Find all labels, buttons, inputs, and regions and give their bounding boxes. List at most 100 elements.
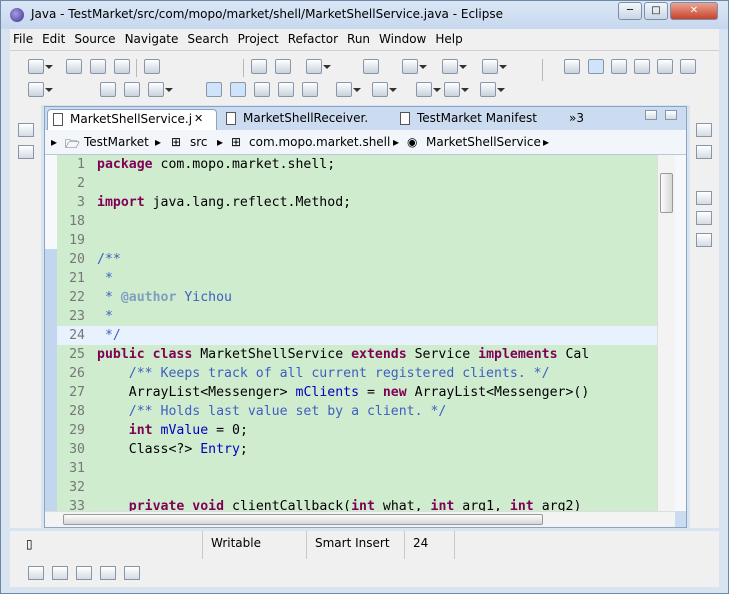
code-line[interactable]: 26 /** Keeps track of all current regist… bbox=[57, 364, 669, 383]
debug-perspective-icon[interactable] bbox=[634, 59, 650, 74]
tab-close-icon[interactable]: ✕ bbox=[194, 112, 203, 125]
menu-search[interactable]: Search bbox=[184, 29, 234, 46]
save-all-icon[interactable] bbox=[90, 59, 106, 74]
vertical-scrollbar[interactable] bbox=[657, 155, 675, 511]
breadcrumb-arrow-icon[interactable]: ▸ bbox=[217, 135, 223, 149]
close-button[interactable]: ✕ bbox=[670, 2, 718, 20]
open-perspective-icon[interactable] bbox=[564, 59, 580, 74]
code-line[interactable]: 33 private void clientCallback(int what,… bbox=[57, 497, 669, 511]
menu-window[interactable]: Window bbox=[376, 29, 432, 46]
code-line[interactable]: 23 * bbox=[57, 307, 669, 326]
hierarchy-perspective-icon[interactable] bbox=[657, 59, 673, 74]
breadcrumb-project[interactable]: TestMarket bbox=[84, 135, 149, 149]
menu-run[interactable]: Run bbox=[344, 29, 376, 46]
breadcrumb-arrow-icon[interactable]: ▸ bbox=[543, 135, 549, 149]
tab-manifest[interactable]: TestMarket Manifest bbox=[395, 109, 561, 130]
restore-bottom-icon[interactable] bbox=[28, 566, 44, 580]
code-line[interactable]: 32 bbox=[57, 478, 669, 497]
tab-market-shell-receiver[interactable]: MarketShellReceiver. bbox=[221, 109, 391, 130]
show-whitespace-icon[interactable] bbox=[254, 82, 270, 97]
menu-file[interactable]: File bbox=[10, 29, 39, 46]
code-line[interactable]: 30 Class<?> Entry; bbox=[57, 440, 669, 459]
print-icon[interactable] bbox=[114, 59, 130, 74]
run-icon[interactable] bbox=[442, 59, 467, 74]
block-selection-icon[interactable] bbox=[278, 82, 294, 97]
code-line[interactable]: 2 bbox=[57, 174, 669, 193]
line-number: 31 bbox=[69, 461, 85, 476]
menu-source[interactable]: Source bbox=[71, 29, 121, 46]
binary-icon[interactable] bbox=[144, 59, 160, 74]
code-line[interactable]: 19 bbox=[57, 231, 669, 250]
horizontal-scrollbar[interactable] bbox=[45, 511, 675, 527]
code-editor[interactable]: 1 package com.mopo.market.shell; 2 3 import … bbox=[45, 155, 686, 511]
external-tools-icon[interactable] bbox=[482, 59, 507, 74]
new-class-icon[interactable] bbox=[363, 59, 379, 74]
breadcrumb-src[interactable]: src bbox=[190, 135, 208, 149]
code-line[interactable]: 3 import java.lang.reflect.Method; bbox=[57, 193, 669, 212]
open-type-icon[interactable] bbox=[100, 82, 116, 97]
maximize-editor-icon[interactable] bbox=[665, 110, 677, 120]
code-line[interactable]: 28 /** Holds last value set by a client.… bbox=[57, 402, 669, 421]
open-task-icon[interactable] bbox=[124, 82, 140, 97]
new-icon[interactable] bbox=[28, 59, 53, 74]
next-annotation-icon[interactable] bbox=[336, 82, 361, 97]
back-icon[interactable] bbox=[444, 82, 469, 97]
code-line[interactable]: 27 ArrayList<Messenger> mClients = new A… bbox=[57, 383, 669, 402]
svn-perspective-icon[interactable] bbox=[680, 59, 696, 74]
vertical-scroll-thumb[interactable] bbox=[660, 173, 673, 213]
restore-right-icon[interactable] bbox=[696, 123, 712, 137]
show-source-icon[interactable] bbox=[302, 82, 318, 97]
fast-view-icon[interactable]: ▯ bbox=[26, 537, 33, 551]
code-line[interactable]: 25 public class MarketShellService extend… bbox=[57, 345, 669, 364]
java-perspective-icon[interactable] bbox=[588, 59, 604, 74]
minimize-editor-icon[interactable] bbox=[645, 110, 657, 120]
tab-overflow[interactable]: »3 bbox=[547, 109, 587, 130]
code-line[interactable]: 1 package com.mopo.market.shell; bbox=[57, 155, 669, 174]
problems-view-icon[interactable] bbox=[52, 566, 68, 580]
code-line[interactable]: 18 bbox=[57, 212, 669, 231]
hierarchy-view-icon[interactable] bbox=[18, 145, 34, 159]
code-line[interactable]: 22 * @author Yichou bbox=[57, 288, 669, 307]
tab-market-shell-service[interactable]: MarketShellService.j ✕ bbox=[47, 109, 217, 130]
menu-edit[interactable]: Edit bbox=[39, 29, 71, 46]
android-sdk-icon[interactable] bbox=[251, 59, 267, 74]
search-icon[interactable] bbox=[148, 82, 173, 97]
code-line[interactable]: 21 * bbox=[57, 269, 669, 288]
declaration-view-icon[interactable] bbox=[100, 566, 116, 580]
save-icon[interactable] bbox=[66, 59, 82, 74]
console-view-icon[interactable] bbox=[124, 566, 140, 580]
restore-right2-icon[interactable] bbox=[696, 191, 712, 205]
previous-annotation-icon[interactable] bbox=[372, 82, 397, 97]
tasks-icon[interactable] bbox=[306, 59, 331, 74]
forward-icon[interactable] bbox=[480, 82, 505, 97]
code-line[interactable]: 29 int mValue = 0; bbox=[57, 421, 669, 440]
menu-navigate[interactable]: Navigate bbox=[122, 29, 185, 46]
breadcrumb-arrow-icon[interactable]: ▸ bbox=[51, 135, 57, 149]
last-edit-icon[interactable] bbox=[416, 82, 441, 97]
menu-project[interactable]: Project bbox=[235, 29, 285, 46]
horizontal-scroll-thumb[interactable] bbox=[63, 514, 543, 525]
maximize-button[interactable]: □ bbox=[644, 2, 668, 20]
breadcrumb-arrow-icon[interactable]: ▸ bbox=[155, 135, 161, 149]
avd-manager-icon[interactable] bbox=[275, 59, 291, 74]
android-device-icon[interactable] bbox=[696, 211, 712, 225]
breadcrumb-arrow-icon[interactable]: ▸ bbox=[393, 135, 399, 149]
code-line[interactable]: 24 */ bbox=[57, 326, 669, 345]
code-line[interactable]: 31 bbox=[57, 459, 669, 478]
restore-icon[interactable] bbox=[18, 123, 34, 137]
code-line[interactable]: 20 /** bbox=[57, 250, 669, 269]
toggle-mark-occurrences-icon[interactable] bbox=[206, 82, 222, 97]
breadcrumb-package[interactable]: com.mopo.market.shell bbox=[249, 135, 390, 149]
menu-help[interactable]: Help bbox=[432, 29, 468, 46]
minimize-button[interactable]: ─ bbox=[618, 2, 642, 20]
ddms-perspective-icon[interactable] bbox=[611, 59, 627, 74]
debug-icon[interactable] bbox=[402, 59, 427, 74]
new-java-project-icon[interactable] bbox=[28, 82, 53, 97]
menu-refactor[interactable]: Refactor bbox=[285, 29, 344, 46]
outline-view-icon[interactable] bbox=[696, 145, 712, 159]
toggle-highlight-icon[interactable] bbox=[230, 82, 246, 97]
breadcrumb-class[interactable]: MarketShellService bbox=[426, 135, 541, 149]
emulator-control-icon[interactable] bbox=[696, 233, 712, 247]
line-number: 29 bbox=[69, 423, 85, 438]
javadoc-view-icon[interactable] bbox=[76, 566, 92, 580]
